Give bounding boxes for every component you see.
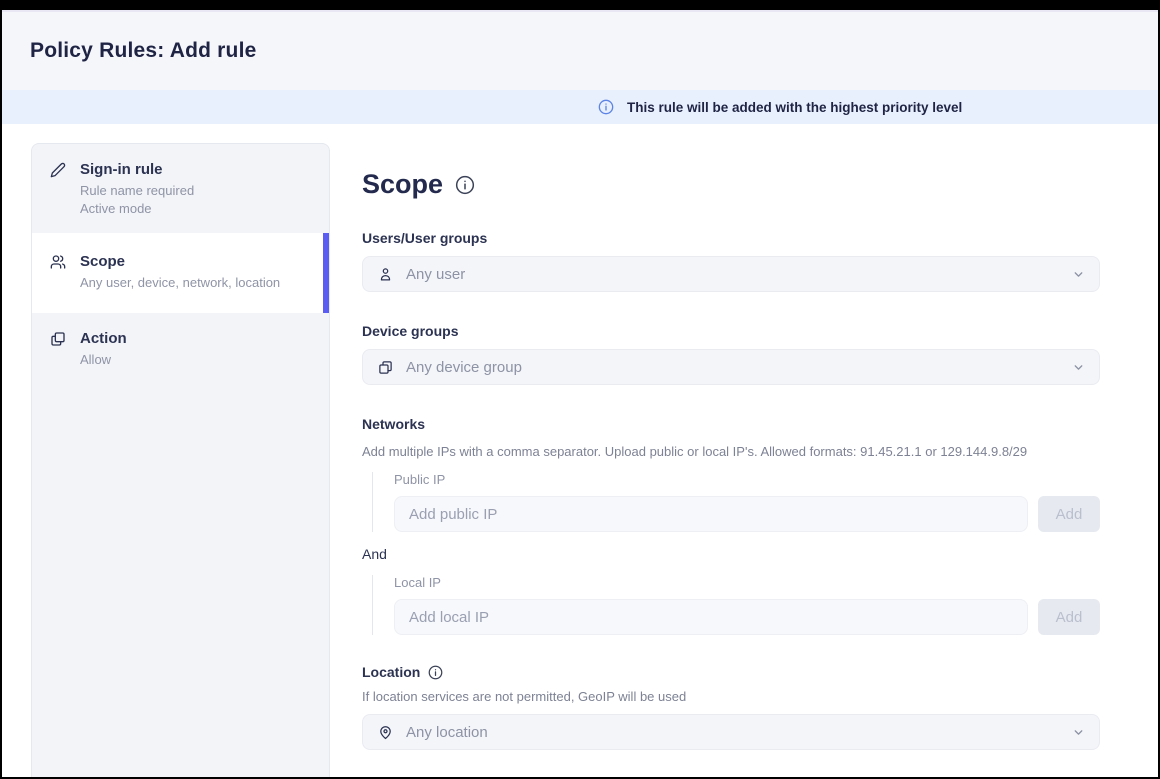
public-ip-label: Public IP xyxy=(394,472,1100,487)
sidebar-item-action[interactable]: Action Allow xyxy=(32,313,329,383)
location-pin-icon xyxy=(378,725,393,740)
and-connector-label: And xyxy=(362,546,1100,562)
sidebar-item-title: Sign-in rule xyxy=(80,161,194,178)
page-header: Policy Rules: Add rule xyxy=(2,10,1158,90)
priority-banner-text: This rule will be added with the highest… xyxy=(627,100,962,115)
sidebar-item-title: Scope xyxy=(80,253,280,270)
networks-description: Add multiple IPs with a comma separator.… xyxy=(362,444,1100,459)
scope-heading: Scope xyxy=(362,169,443,200)
public-ip-input[interactable] xyxy=(394,496,1028,532)
users-select-value: Any user xyxy=(406,266,1059,283)
app-frame: Policy Rules: Add rule This rule will be… xyxy=(0,0,1160,779)
page-title: Policy Rules: Add rule xyxy=(30,39,257,63)
location-info-icon[interactable] xyxy=(428,665,443,680)
user-group-icon xyxy=(50,254,66,291)
sidebar-item-title: Action xyxy=(80,330,127,347)
local-ip-label: Local IP xyxy=(394,575,1100,590)
devices-icon xyxy=(378,360,393,375)
add-local-ip-button[interactable]: Add xyxy=(1038,599,1100,635)
scope-panel: Scope Users/User groups Any user Device … xyxy=(362,143,1100,750)
rule-steps-sidebar: Sign-in rule Rule name required Active m… xyxy=(31,143,330,777)
device-groups-select[interactable]: Any device group xyxy=(362,349,1100,385)
user-icon xyxy=(378,267,393,282)
users-label: Users/User groups xyxy=(362,230,1100,246)
sidebar-item-subtitle: Allow xyxy=(80,352,127,368)
local-ip-block: Local IP Add xyxy=(372,575,1100,635)
priority-banner: This rule will be added with the highest… xyxy=(2,90,1158,124)
chevron-down-icon xyxy=(1072,726,1085,739)
location-select[interactable]: Any location xyxy=(362,714,1100,750)
sidebar-item-sign-in-rule[interactable]: Sign-in rule Rule name required Active m… xyxy=(32,144,329,233)
sidebar-item-subtitle: Any user, device, network, location xyxy=(80,275,280,291)
pencil-icon xyxy=(50,162,66,218)
location-description: If location services are not permitted, … xyxy=(362,689,1100,704)
sidebar-item-subtitle: Active mode xyxy=(80,201,194,217)
add-public-ip-button[interactable]: Add xyxy=(1038,496,1100,532)
local-ip-input[interactable] xyxy=(394,599,1028,635)
sidebar-item-subtitle: Rule name required xyxy=(80,183,194,199)
info-icon xyxy=(598,99,614,115)
public-ip-block: Public IP Add xyxy=(372,472,1100,532)
users-select[interactable]: Any user xyxy=(362,256,1100,292)
networks-label: Networks xyxy=(362,416,1100,432)
sidebar-item-scope[interactable]: Scope Any user, device, network, locatio… xyxy=(32,233,329,313)
chevron-down-icon xyxy=(1072,268,1085,281)
device-groups-label: Device groups xyxy=(362,323,1100,339)
location-label: Location xyxy=(362,664,420,680)
device-groups-select-value: Any device group xyxy=(406,359,1059,376)
scope-info-icon[interactable] xyxy=(455,175,475,195)
policy-rule-window: Policy Rules: Add rule This rule will be… xyxy=(2,10,1158,777)
chevron-down-icon xyxy=(1072,361,1085,374)
copy-icon xyxy=(50,331,66,368)
location-select-value: Any location xyxy=(406,724,1059,741)
